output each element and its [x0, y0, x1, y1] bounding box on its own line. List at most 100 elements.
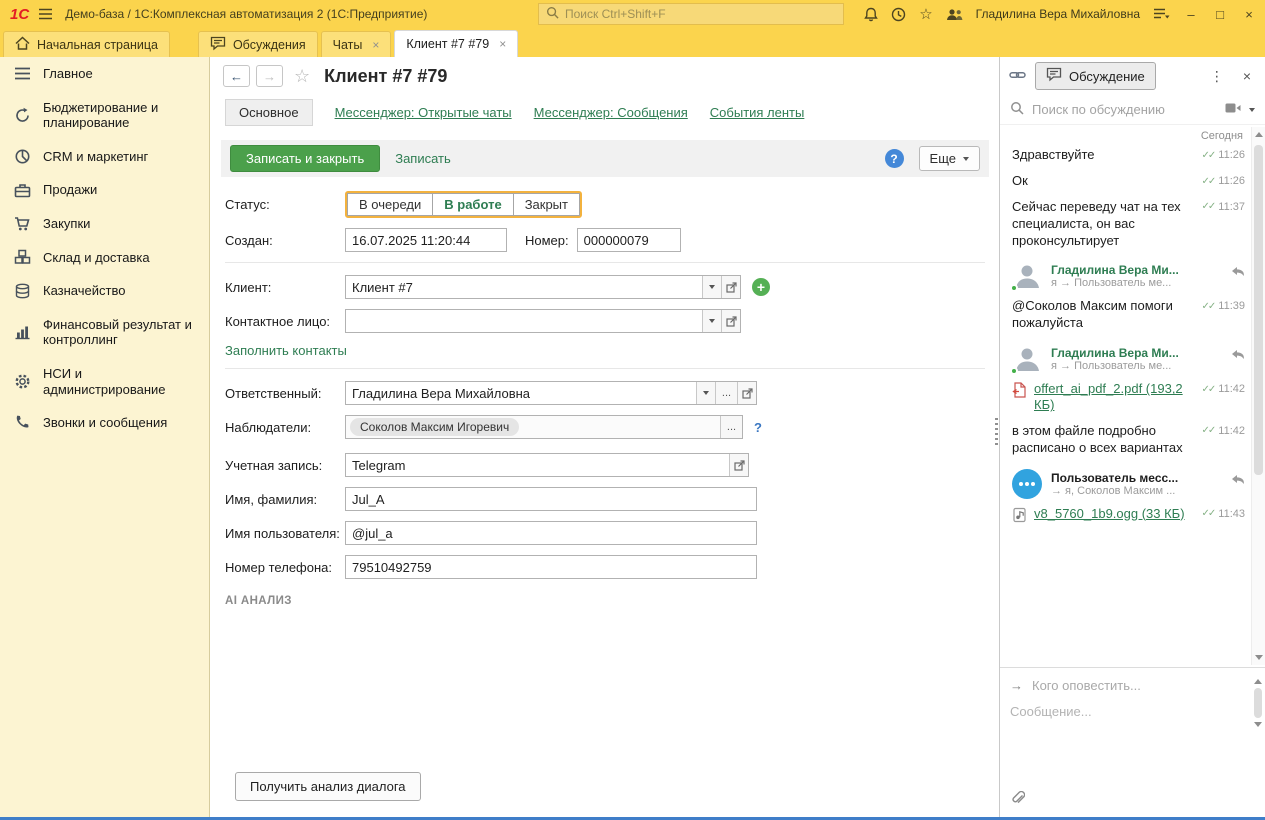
close-tab-icon[interactable]: × [372, 38, 379, 52]
tab-discussions[interactable]: Обсуждения [198, 31, 318, 57]
sidebar-item-sales[interactable]: Продажи [0, 173, 209, 207]
current-user-name[interactable]: Гладилина Вера Михайловна [976, 7, 1140, 21]
sidebar-item-calls-messages[interactable]: Звонки и сообщения [0, 406, 209, 440]
created-input[interactable] [346, 229, 506, 251]
sidebar-item-label: Звонки и сообщения [43, 415, 167, 430]
audio-attachment-link[interactable]: v8_5760_1b9.ogg (33 КБ) [1034, 506, 1185, 522]
tab-feed-events[interactable]: События ленты [710, 105, 805, 120]
discussion-search-input[interactable] [1032, 102, 1217, 117]
close-window-button[interactable]: × [1241, 7, 1257, 22]
chevron-down-icon[interactable] [1249, 108, 1255, 112]
close-tab-icon[interactable]: × [499, 37, 506, 51]
observer-chip[interactable]: Соколов Максим Игоревич [350, 418, 519, 436]
username-input[interactable] [346, 522, 756, 544]
scrollbar-thumb[interactable] [1254, 145, 1263, 475]
save-and-close-button[interactable]: Записать и закрыть [230, 145, 380, 172]
tab-home[interactable]: Начальная страница [3, 31, 170, 57]
person-name-input[interactable] [346, 488, 756, 510]
favorites-star-icon[interactable]: ☆ [919, 5, 932, 23]
scroll-up-icon[interactable] [1254, 679, 1262, 684]
help-button[interactable]: ? [885, 149, 904, 168]
sidebar-item-budgeting[interactable]: Бюджетирование и планирование [0, 91, 209, 140]
tab-main[interactable]: Основное [225, 99, 313, 126]
sidebar-item-financial-result[interactable]: Финансовый результат и контроллинг [0, 308, 209, 357]
discussion-toggle-button[interactable]: Обсуждение [1035, 62, 1156, 90]
responsible-select-button[interactable]: ... [715, 382, 737, 404]
global-search[interactable] [538, 3, 844, 25]
phone-input[interactable] [346, 556, 756, 578]
sidebar-item-crm[interactable]: CRM и маркетинг [0, 140, 209, 174]
get-dialog-analysis-button[interactable]: Получить анализ диалога [235, 772, 421, 801]
responsible-dropdown-button[interactable] [696, 382, 715, 404]
video-call-icon[interactable] [1225, 102, 1241, 117]
sidebar-item-purchases[interactable]: Закупки [0, 207, 209, 241]
reply-icon[interactable] [1231, 474, 1245, 489]
sidebar-item-nsi-administration[interactable]: НСИ и администрирование [0, 357, 209, 406]
notifications-bell-icon[interactable] [864, 7, 878, 22]
observers-select-button[interactable]: ... [720, 416, 742, 438]
user-avatar [1012, 344, 1042, 374]
save-button[interactable]: Записать [395, 151, 451, 166]
maximize-window-button[interactable]: □ [1212, 7, 1228, 22]
minimize-window-button[interactable]: – [1183, 7, 1199, 22]
account-input[interactable] [346, 454, 729, 476]
chevron-down-icon [963, 157, 969, 161]
attach-paperclip-icon[interactable] [1011, 791, 1025, 809]
status-option-in-work[interactable]: В работе [433, 193, 513, 216]
back-button[interactable]: ← [223, 65, 250, 87]
gear-icon [13, 373, 31, 391]
account-open-button[interactable] [729, 454, 748, 476]
scroll-up-icon[interactable] [1255, 132, 1263, 137]
panel-menu-dots-icon[interactable]: ⋮ [1205, 68, 1229, 85]
scroll-down-icon[interactable] [1254, 722, 1262, 727]
sidebar-item-treasury[interactable]: Казначейство [0, 274, 209, 308]
sidebar-item-warehouse[interactable]: Склад и доставка [0, 241, 209, 275]
client-open-button[interactable] [721, 276, 740, 298]
client-dropdown-button[interactable] [702, 276, 721, 298]
observers-label: Наблюдатели: [225, 420, 345, 435]
panel-splitter-handle[interactable] [995, 418, 998, 448]
add-client-button[interactable]: + [752, 278, 770, 296]
notify-input[interactable] [1032, 678, 1241, 693]
tab-messenger-messages[interactable]: Мессенджер: Сообщения [534, 105, 688, 120]
more-button[interactable]: Еще [919, 146, 980, 171]
compose-scrollbar[interactable] [1251, 674, 1264, 766]
responsible-input[interactable] [346, 382, 696, 404]
global-search-input[interactable] [565, 7, 836, 21]
history-icon[interactable] [891, 7, 906, 22]
reply-icon[interactable] [1231, 266, 1245, 281]
discussion-message-list[interactable]: Сегодня ✓✓11:26 Здравствуйте ✓✓11:26 Ок … [1000, 127, 1251, 665]
responsible-open-button[interactable] [737, 382, 756, 404]
status-option-queued[interactable]: В очереди [347, 193, 433, 216]
main-menu-icon[interactable] [38, 8, 53, 20]
tab-messenger-open-chats[interactable]: Мессенджер: Открытые чаты [335, 105, 512, 120]
link-icon[interactable] [1009, 67, 1026, 86]
number-input[interactable] [578, 229, 680, 251]
number-field [577, 228, 681, 252]
read-checkmarks-icon: ✓✓ [1202, 149, 1215, 162]
tab-client-79[interactable]: Клиент #7 #79 × [394, 30, 518, 57]
contact-dropdown-button[interactable] [702, 310, 721, 332]
observers-field[interactable]: Соколов Максим Игоревич ... [345, 415, 743, 439]
sidebar-item-glavnoe[interactable]: Главное [0, 57, 209, 91]
scrollbar-thumb[interactable] [1254, 688, 1262, 718]
sidebar-item-label: CRM и маркетинг [43, 149, 148, 164]
contact-open-button[interactable] [721, 310, 740, 332]
scroll-down-icon[interactable] [1255, 655, 1263, 660]
tab-chats[interactable]: Чаты × [321, 31, 392, 57]
message-input[interactable] [1010, 704, 1241, 719]
messages-scrollbar[interactable] [1251, 127, 1265, 665]
fill-contacts-link[interactable]: Заполнить контакты [225, 343, 347, 358]
status-option-closed[interactable]: Закрыт [514, 193, 580, 216]
collaboration-users-icon[interactable] [946, 8, 963, 21]
contact-input[interactable] [346, 310, 702, 332]
forward-button[interactable]: → [256, 65, 283, 87]
reply-icon[interactable] [1231, 349, 1245, 364]
form-header: ← → ☆ Клиент #7 #79 [211, 57, 999, 89]
client-input[interactable] [346, 276, 702, 298]
service-menu-icon[interactable] [1153, 8, 1170, 20]
favorite-star-icon[interactable]: ☆ [294, 66, 310, 87]
observers-help-link[interactable]: ? [754, 420, 762, 435]
close-panel-icon[interactable]: × [1238, 68, 1256, 84]
file-attachment-link[interactable]: offert_ai_pdf_2.pdf (193,2 КБ) [1034, 381, 1189, 414]
